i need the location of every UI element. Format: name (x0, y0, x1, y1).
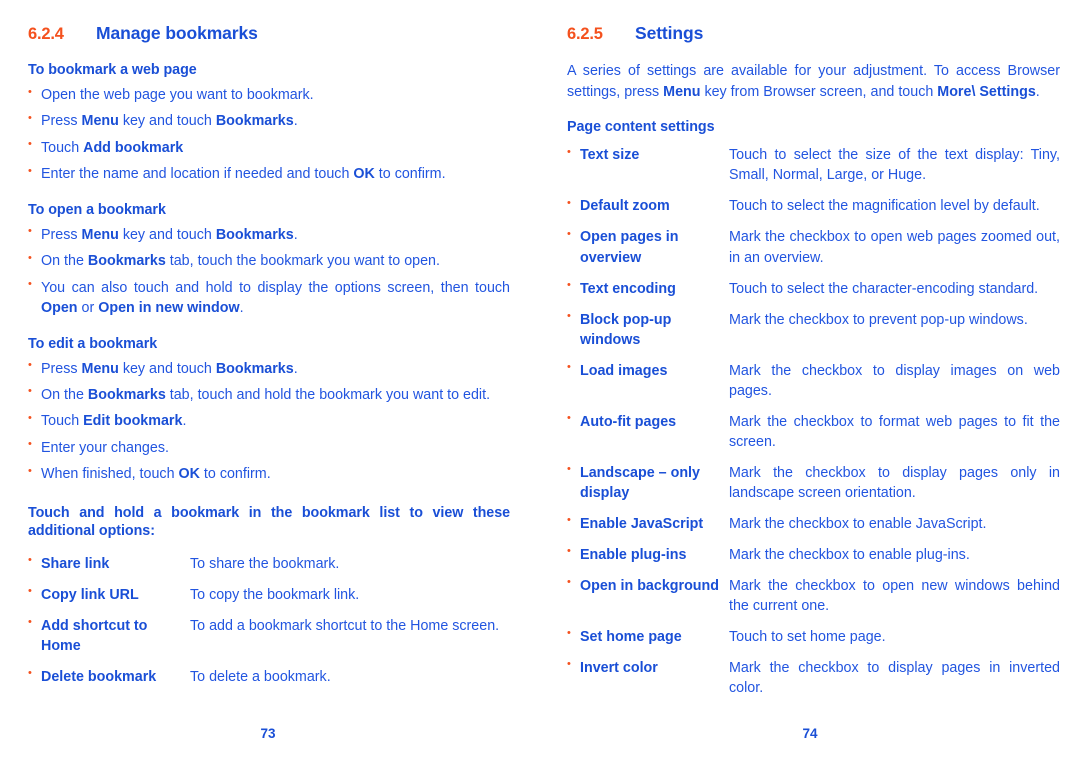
section-number: 6.2.4 (28, 25, 64, 43)
setting-row: Block pop-up windows Mark the checkbox t… (567, 309, 1060, 350)
option-desc: To share the bookmark. (190, 555, 340, 572)
setting-desc: Mark the checkbox to open web pages zoom… (729, 229, 1060, 266)
additional-options-list: Share link To share the bookmark. Copy l… (28, 553, 510, 687)
setting-row: Text encoding Touch to select the charac… (567, 278, 1060, 299)
setting-row: Auto-fit pages Mark the checkbox to form… (567, 411, 1060, 452)
option-term: Copy link URL (41, 586, 139, 603)
page-number: 73 (260, 726, 276, 741)
list-item: When finished, touch OK to confirm. (28, 464, 510, 484)
section-heading-624: 6.2.4 Manage bookmarks (28, 23, 510, 44)
setting-term: Open in background (580, 577, 720, 594)
option-desc: To delete a bookmark. (190, 668, 331, 685)
setting-term: Set home page (580, 628, 682, 645)
setting-desc: Touch to select the character-encoding s… (729, 280, 1039, 297)
setting-row: Text size Touch to select the size of th… (567, 145, 1060, 185)
list-item: Press Menu key and touch Bookmarks. (28, 224, 510, 245)
list-item: On the Bookmarks tab, touch the bookmark… (28, 251, 510, 271)
setting-term: Open pages in overview (580, 229, 679, 266)
setting-row: Landscape – only display Mark the checkb… (567, 462, 1060, 503)
setting-row: Enable JavaScript Mark the checkbox to e… (567, 513, 1060, 534)
setting-desc: Mark the checkbox to open new windows be… (729, 577, 1060, 614)
setting-row: Load images Mark the checkbox to display… (567, 360, 1060, 401)
bullet-list: Press Menu key and touch Bookmarks. On t… (28, 224, 510, 319)
settings-intro: A series of settings are available for y… (567, 63, 1060, 100)
setting-row: Open pages in overview Mark the checkbox… (567, 227, 1060, 267)
group-edit-a-bookmark: To edit a bookmark Press Menu key and to… (28, 335, 510, 485)
setting-desc: Mark the checkbox to format web pages to… (729, 413, 1060, 450)
list-item: You can also touch and hold to display t… (28, 277, 510, 319)
setting-row: Set home page Touch to set home page. (567, 626, 1060, 647)
option-desc: To add a bookmark shortcut to the Home s… (190, 617, 500, 634)
setting-term: Text encoding (580, 280, 676, 297)
group-heading: To edit a bookmark (28, 335, 158, 352)
setting-desc: Mark the checkbox to display pages in in… (729, 659, 1060, 696)
setting-term: Block pop-up windows (580, 311, 672, 348)
setting-row: Invert color Mark the checkbox to displa… (567, 657, 1060, 698)
list-item: Press Menu key and touch Bookmarks. (28, 358, 510, 379)
list-item: Enter the name and location if needed an… (28, 164, 510, 184)
option-term: Share link (41, 555, 110, 572)
setting-desc: Mark the checkbox to display pages only … (729, 464, 1060, 501)
setting-term: Invert color (580, 659, 658, 676)
setting-desc: Touch to set home page. (729, 628, 886, 645)
list-item: Enter your changes. (28, 437, 510, 458)
setting-term: Enable JavaScript (580, 515, 704, 532)
list-item: Touch Edit bookmark. (28, 411, 510, 431)
section-title: Manage bookmarks (96, 23, 258, 43)
setting-desc: Touch to select the size of the text dis… (729, 147, 1060, 184)
setting-row: Default zoom Touch to select the magnifi… (567, 196, 1060, 216)
setting-term: Enable plug-ins (580, 546, 687, 563)
page-number: 74 (802, 726, 818, 741)
setting-term: Load images (580, 362, 668, 379)
page-right: 6.2.5 Settings A series of settings are … (540, 0, 1080, 767)
setting-desc: Mark the checkbox to prevent pop-up wind… (729, 311, 1028, 328)
page-left: 6.2.4 Manage bookmarks To bookmark a web… (0, 0, 540, 767)
page-content-settings-list: Text size Touch to select the size of th… (567, 145, 1060, 697)
group-heading: To bookmark a web page (28, 62, 197, 78)
page-content-settings-heading: Page content settings (567, 119, 715, 136)
section-heading-625: 6.2.5 Settings (567, 23, 1060, 44)
list-item: On the Bookmarks tab, touch and hold the… (28, 384, 510, 405)
option-row: Add shortcut to Home To add a bookmark s… (28, 615, 510, 656)
setting-row: Enable plug-ins Mark the checkbox to ena… (567, 544, 1060, 565)
group-open-a-bookmark: To open a bookmark Press Menu key and to… (28, 201, 510, 319)
setting-term: Text size (580, 147, 640, 164)
setting-desc: Touch to select the magnification level … (729, 198, 1040, 215)
bullet-list: Press Menu key and touch Bookmarks. On t… (28, 358, 510, 485)
additional-options-intro: Touch and hold a bookmark in the bookmar… (28, 504, 510, 539)
option-row: Copy link URL To copy the bookmark link. (28, 584, 510, 605)
setting-term: Auto-fit pages (580, 413, 677, 430)
setting-row: Open in background Mark the checkbox to … (567, 575, 1060, 616)
group-heading: To open a bookmark (28, 201, 166, 218)
group-bookmark-a-web-page: To bookmark a web page Open the web page… (28, 61, 510, 185)
setting-desc: Mark the checkbox to enable JavaScript. (729, 515, 987, 532)
option-term: Delete bookmark (41, 668, 157, 685)
section-number: 6.2.5 (567, 25, 603, 43)
option-desc: To copy the bookmark link. (190, 586, 360, 603)
list-item: Touch Add bookmark (28, 137, 510, 158)
bullet-list: Open the web page you want to bookmark. … (28, 84, 510, 185)
option-row: Delete bookmark To delete a bookmark. (28, 666, 510, 687)
setting-term: Landscape – only display (580, 464, 700, 501)
manual-two-page-spread: 6.2.4 Manage bookmarks To bookmark a web… (0, 0, 1080, 767)
setting-desc: Mark the checkbox to enable plug-ins. (729, 546, 970, 563)
option-term: Add shortcut to Home (41, 617, 148, 654)
list-item: Press Menu key and touch Bookmarks. (28, 111, 510, 131)
setting-term: Default zoom (580, 198, 670, 215)
section-title: Settings (635, 23, 704, 43)
setting-desc: Mark the checkbox to display images on w… (729, 362, 1060, 399)
list-item: Open the web page you want to bookmark. (28, 84, 510, 105)
option-row: Share link To share the bookmark. (28, 553, 510, 574)
